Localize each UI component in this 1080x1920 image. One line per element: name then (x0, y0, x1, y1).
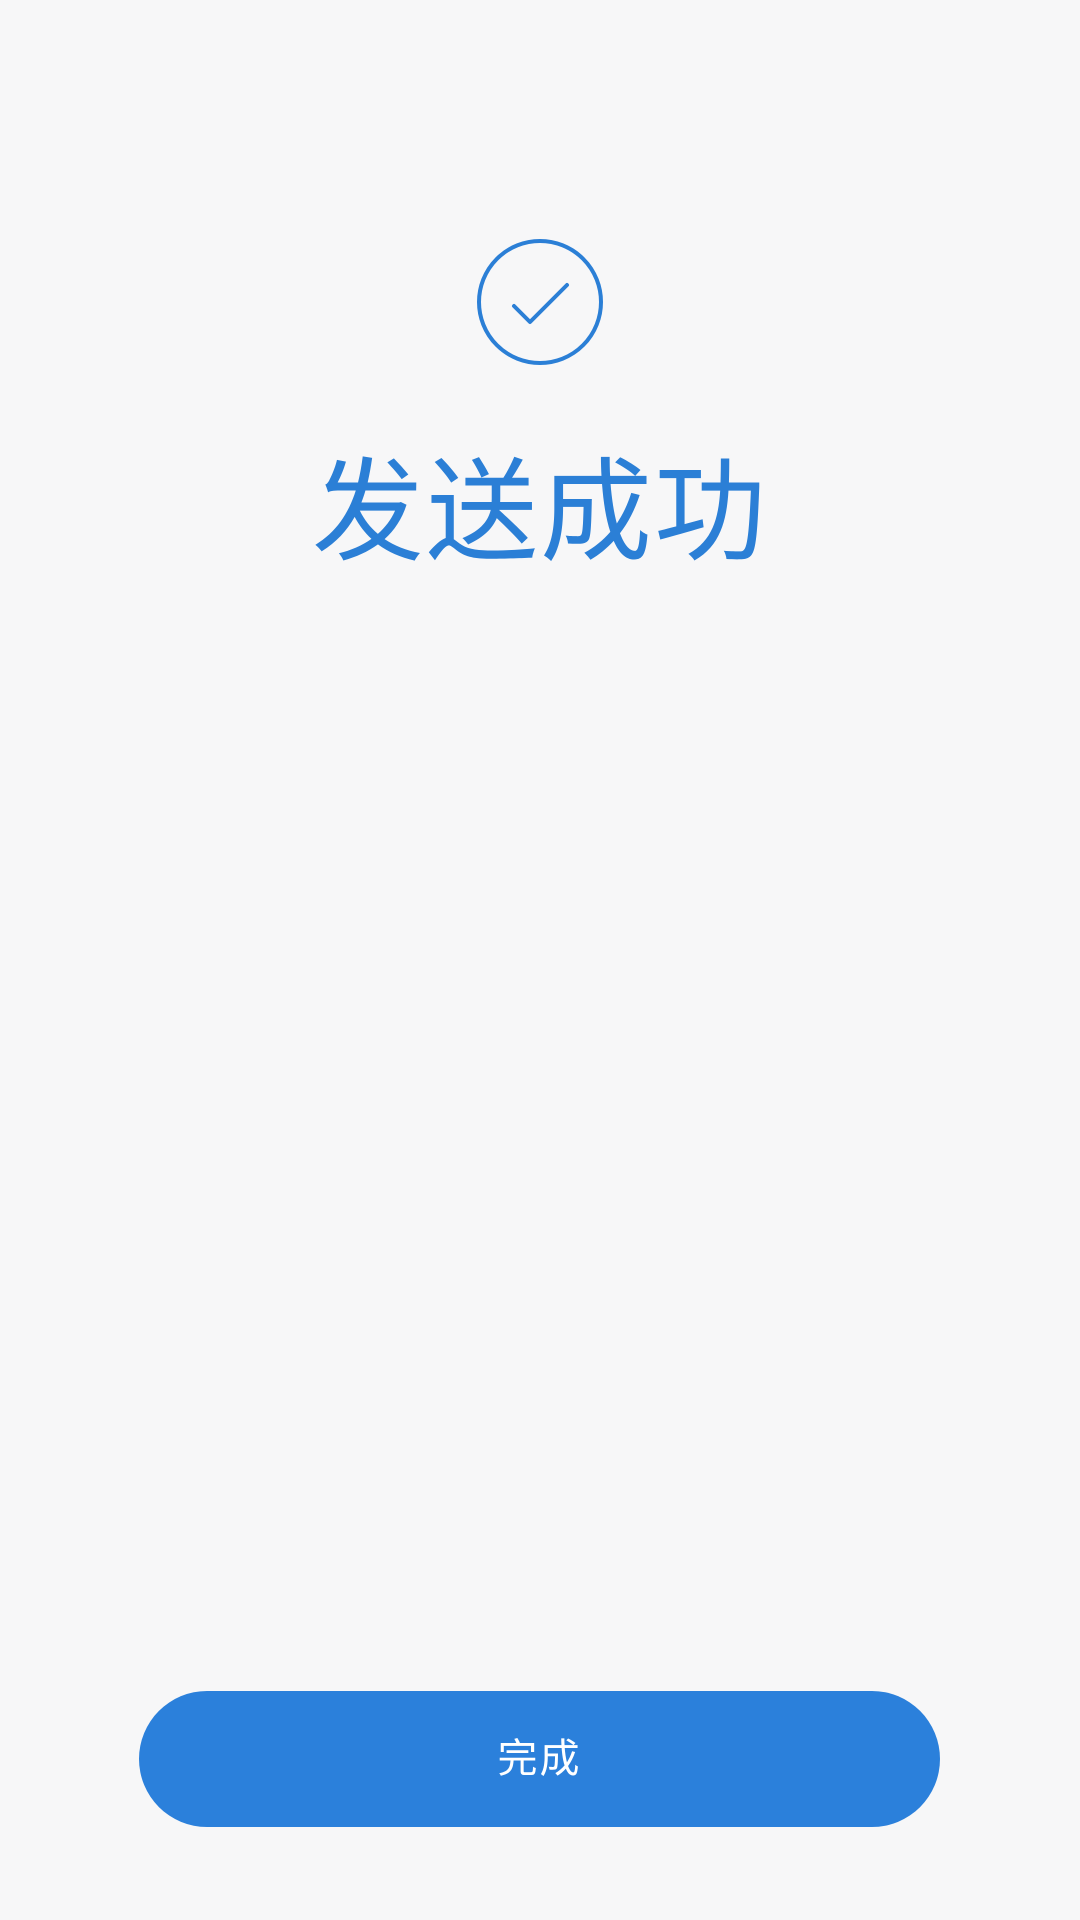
check-circle-icon (477, 239, 603, 365)
done-button-label: 完成 (497, 1737, 582, 1781)
page-title: 发送成功 (312, 448, 768, 578)
done-button[interactable]: 完成 (139, 1691, 940, 1827)
